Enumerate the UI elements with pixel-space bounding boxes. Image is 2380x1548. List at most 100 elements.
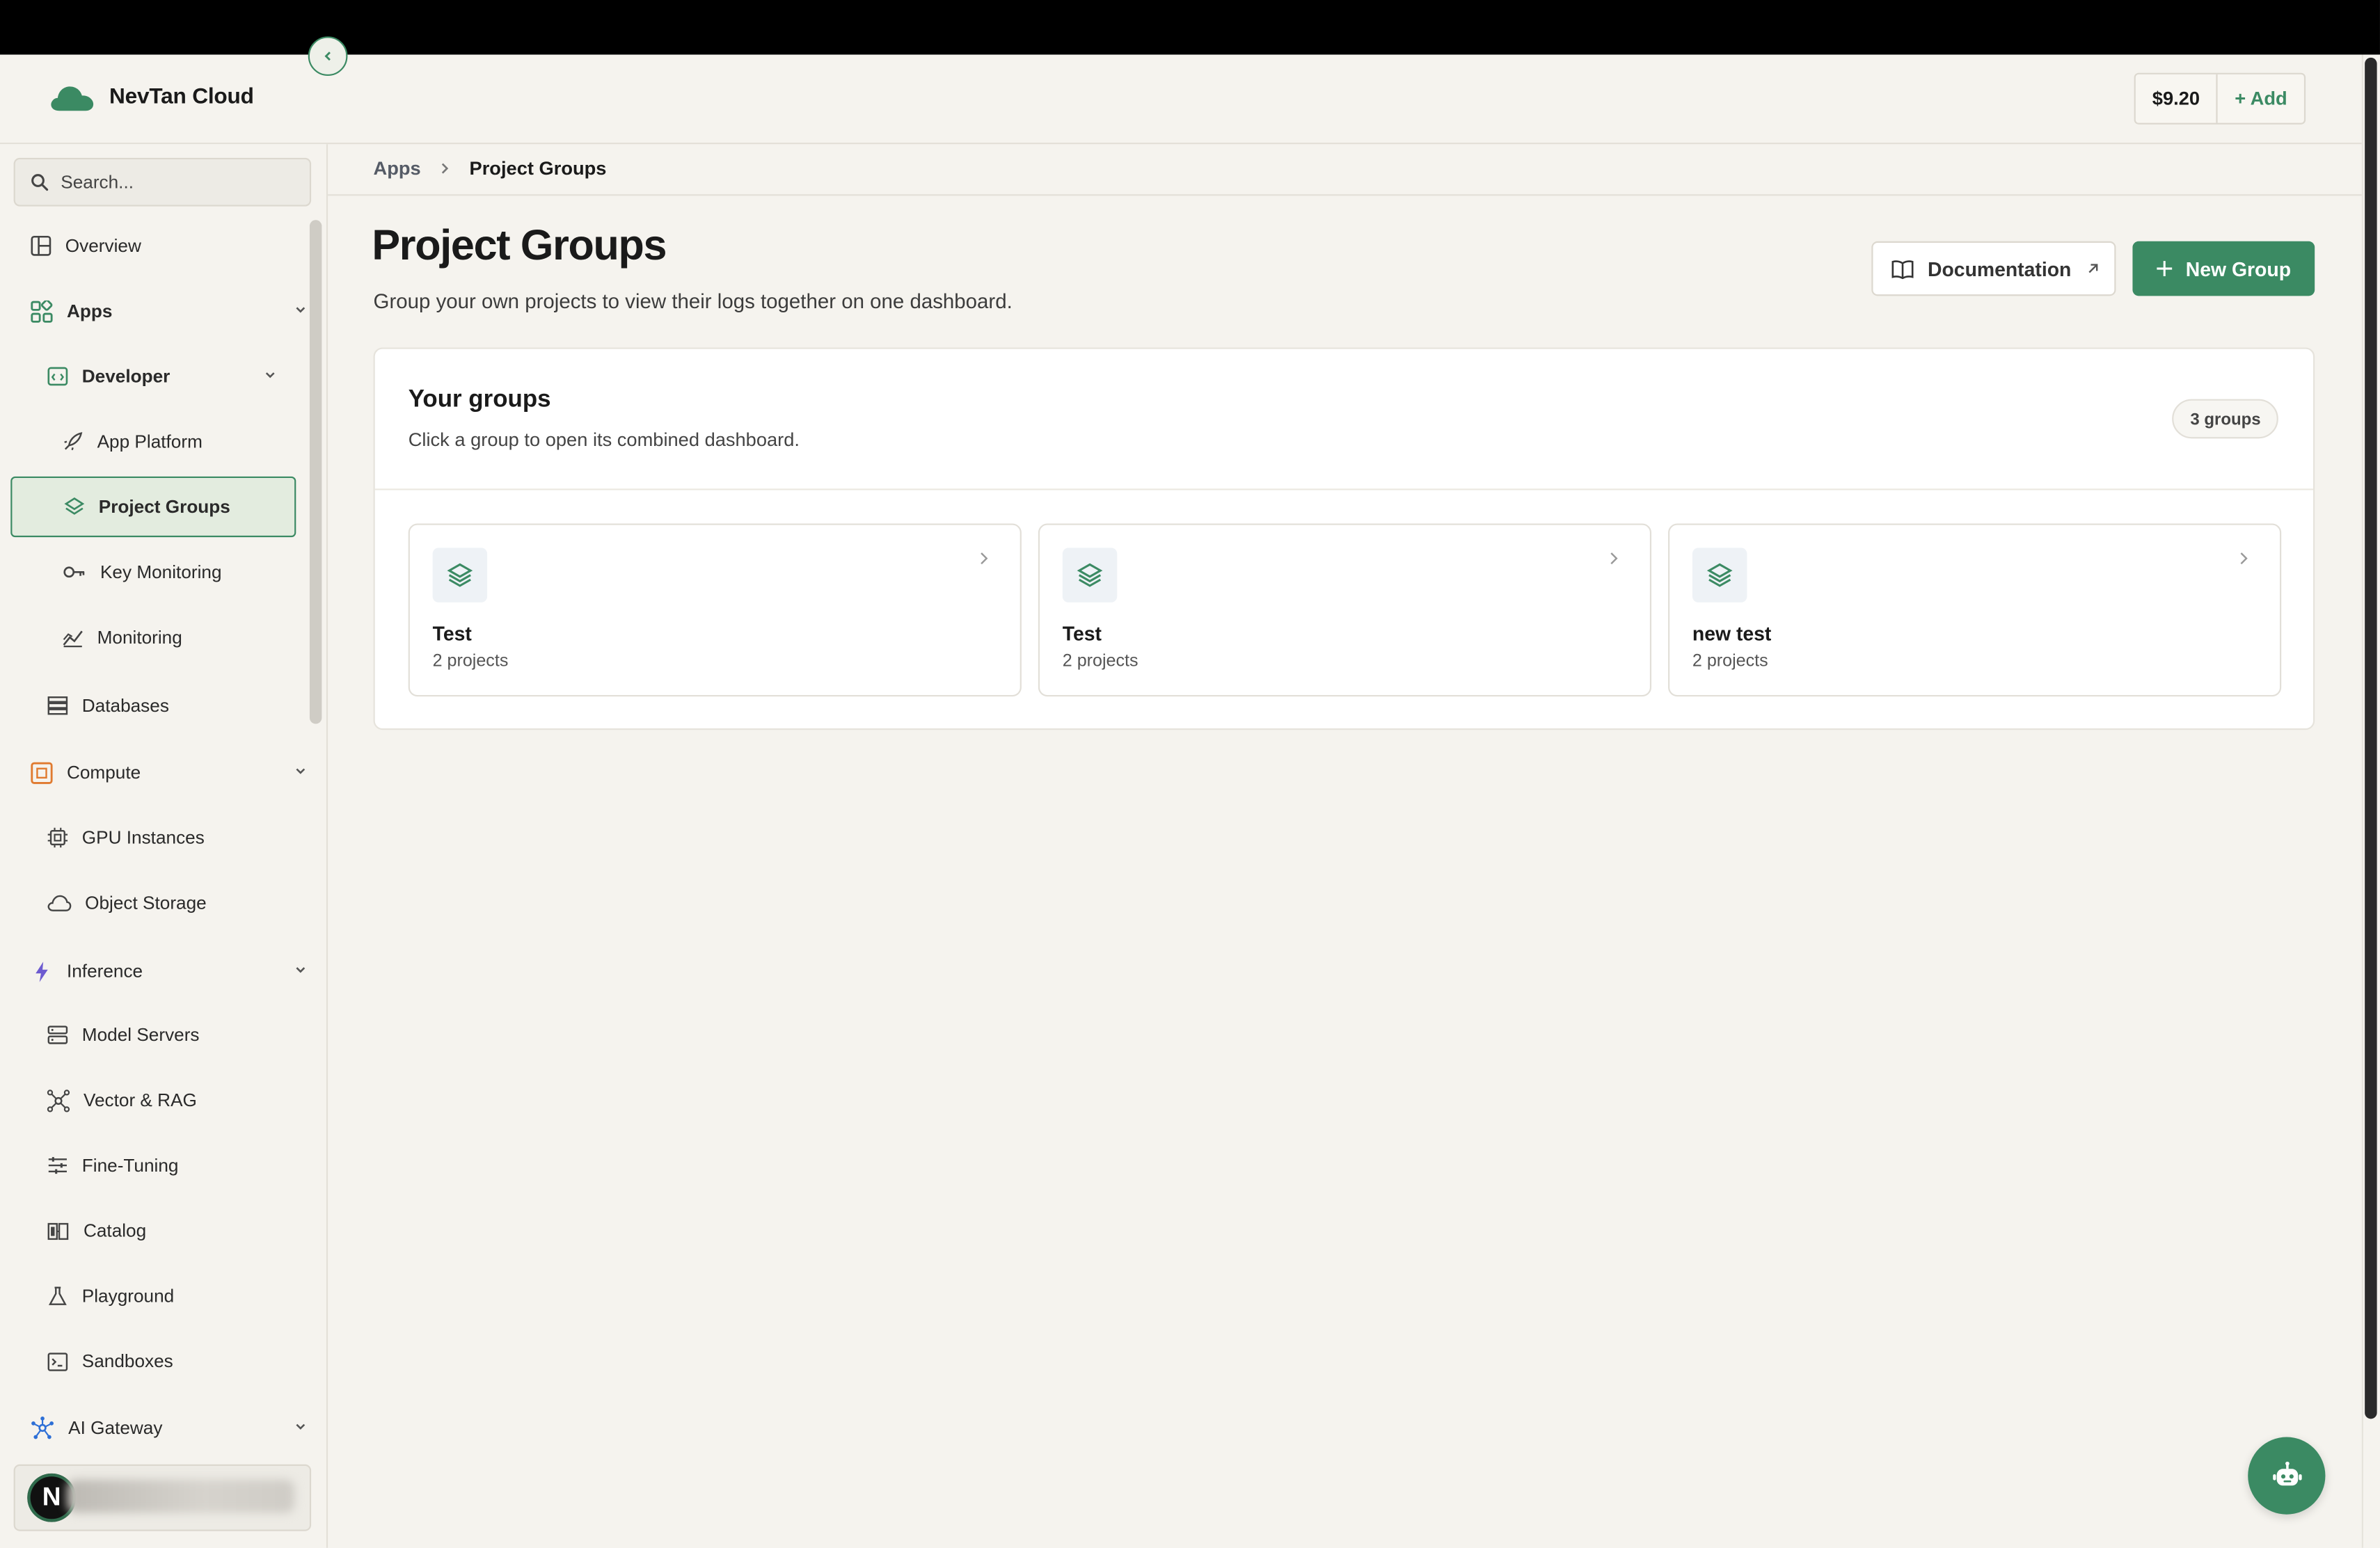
sidebar-item-label: Apps bbox=[66, 300, 113, 322]
rocket-icon bbox=[62, 431, 84, 452]
sidebar-item-key-monitoring[interactable]: Key Monitoring bbox=[62, 542, 297, 603]
group-card[interactable]: new test 2 projects bbox=[1668, 523, 2282, 697]
sidebar-item-developer[interactable]: Developer bbox=[47, 346, 304, 406]
chevron-right-icon bbox=[978, 550, 990, 568]
brand[interactable]: NevTan Cloud bbox=[49, 82, 254, 113]
sidebar-item-catalog[interactable]: Catalog bbox=[47, 1200, 298, 1261]
panel-title: Your groups bbox=[408, 387, 551, 413]
cpu-icon bbox=[31, 761, 54, 784]
sidebar-item-label: Vector & RAG bbox=[83, 1090, 197, 1111]
sidebar-item-playground[interactable]: Playground bbox=[47, 1266, 298, 1326]
layers-icon bbox=[1062, 548, 1118, 603]
new-group-label: New Group bbox=[2185, 257, 2292, 280]
cloud-icon bbox=[47, 894, 72, 912]
book-open-icon bbox=[1891, 259, 1914, 279]
window-scrollbar-thumb[interactable] bbox=[2365, 57, 2377, 1419]
group-count-badge: 3 groups bbox=[2172, 399, 2279, 439]
sidebar-item-vector-rag[interactable]: Vector & RAG bbox=[47, 1070, 298, 1131]
sidebar-item-compute[interactable]: Compute bbox=[31, 742, 306, 803]
search-input[interactable] bbox=[61, 171, 289, 193]
chart-line-icon bbox=[62, 627, 84, 648]
panel-subtitle: Click a group to open its combined dashb… bbox=[408, 429, 800, 451]
sidebar-item-model-servers[interactable]: Model Servers bbox=[47, 1005, 298, 1065]
sidebar-scrollbar[interactable] bbox=[309, 220, 322, 724]
sidebar-item-object-storage[interactable]: Object Storage bbox=[47, 872, 298, 933]
credit-amount: $9.20 bbox=[2136, 74, 2219, 123]
bolt-icon bbox=[31, 960, 54, 983]
sidebar-item-fine-tuning[interactable]: Fine-Tuning bbox=[47, 1135, 298, 1195]
page-subtitle: Group your own projects to view their lo… bbox=[373, 289, 1013, 313]
divider bbox=[374, 488, 2313, 490]
sidebar-item-label: GPU Instances bbox=[81, 827, 205, 849]
gateway-icon bbox=[31, 1416, 55, 1440]
documentation-button[interactable]: Documentation bbox=[1871, 241, 2116, 296]
sidebar-item-label: Playground bbox=[81, 1285, 175, 1307]
assistant-bot-button[interactable] bbox=[2248, 1437, 2326, 1515]
sidebar-item-label: Monitoring bbox=[97, 626, 182, 648]
breadcrumb-current: Project Groups bbox=[469, 157, 607, 179]
new-group-button[interactable]: New Group bbox=[2132, 241, 2315, 296]
sidebar-item-overview[interactable]: Overview bbox=[31, 216, 304, 276]
flask-icon bbox=[47, 1285, 69, 1307]
sidebar-item-label: Catalog bbox=[83, 1220, 147, 1242]
robot-icon bbox=[2270, 1460, 2303, 1491]
sidebar-item-label: Project Groups bbox=[98, 496, 230, 518]
sidebar-item-apps[interactable]: Apps bbox=[31, 281, 306, 342]
book-icon bbox=[47, 1221, 70, 1240]
layout-icon bbox=[31, 235, 52, 257]
groups-panel: Your groups Click a group to open its co… bbox=[373, 347, 2315, 731]
sidebar-item-label: Object Storage bbox=[85, 892, 207, 914]
breadcrumb: Apps Project Groups bbox=[374, 158, 607, 179]
sidebar-item-label: App Platform bbox=[97, 431, 203, 452]
group-name: new test bbox=[1692, 622, 1772, 645]
sidebar-item-ai-gateway[interactable]: AI Gateway bbox=[31, 1398, 306, 1458]
layers-icon bbox=[432, 548, 488, 603]
chevron-down-icon bbox=[293, 962, 308, 978]
chevron-down-icon bbox=[293, 302, 308, 317]
sliders-icon bbox=[47, 1155, 69, 1176]
sidebar-item-gpu-instances[interactable]: GPU Instances bbox=[47, 807, 298, 868]
chevron-down-icon bbox=[293, 1419, 308, 1434]
group-project-count: 2 projects bbox=[1692, 652, 1768, 671]
external-link-icon bbox=[2085, 261, 2100, 276]
group-project-count: 2 projects bbox=[432, 652, 509, 671]
redacted-user-name bbox=[66, 1479, 295, 1513]
collapse-sidebar-button[interactable] bbox=[308, 36, 348, 77]
documentation-label: Documentation bbox=[1927, 257, 2072, 280]
search-box[interactable] bbox=[13, 157, 312, 207]
layers-icon bbox=[1692, 548, 1747, 603]
search-icon bbox=[31, 173, 49, 191]
chevron-right-icon bbox=[439, 161, 451, 176]
server-icon bbox=[47, 1024, 69, 1046]
group-name: Test bbox=[1062, 622, 1102, 645]
brand-name: NevTan Cloud bbox=[109, 85, 254, 110]
sidebar-item-label: AI Gateway bbox=[68, 1417, 163, 1439]
code-window-icon bbox=[47, 366, 69, 388]
sidebar-item-label: Key Monitoring bbox=[100, 561, 222, 583]
app-header: NevTan Cloud $9.20 + Add bbox=[0, 54, 2362, 145]
breadcrumb-apps-link[interactable]: Apps bbox=[374, 158, 421, 179]
terminal-icon bbox=[47, 1351, 69, 1371]
group-card[interactable]: Test 2 projects bbox=[408, 523, 1022, 697]
plus-icon bbox=[2155, 260, 2173, 278]
user-menu[interactable]: N bbox=[13, 1464, 312, 1531]
sidebar-item-label: Compute bbox=[66, 761, 141, 783]
database-icon bbox=[47, 695, 69, 717]
sidebar-item-monitoring[interactable]: Monitoring bbox=[62, 607, 297, 667]
sidebar-item-label: Overview bbox=[65, 235, 141, 257]
chevron-down-icon bbox=[262, 367, 278, 383]
network-icon bbox=[47, 1089, 70, 1112]
chevron-right-icon bbox=[1608, 550, 1619, 568]
sidebar-item-databases[interactable]: Databases bbox=[47, 676, 298, 736]
chevron-down-icon bbox=[293, 763, 308, 779]
cloud-logo-icon bbox=[49, 82, 94, 113]
sidebar-item-label: Model Servers bbox=[81, 1024, 200, 1046]
sidebar-item-inference[interactable]: Inference bbox=[31, 941, 306, 1001]
add-credit-button[interactable]: + Add bbox=[2218, 74, 2303, 123]
sidebar-item-sandboxes[interactable]: Sandboxes bbox=[47, 1331, 298, 1391]
group-card[interactable]: Test 2 projects bbox=[1038, 523, 1652, 697]
sidebar-item-project-groups[interactable]: Project Groups bbox=[10, 476, 296, 538]
sidebar-item-label: Sandboxes bbox=[81, 1350, 173, 1372]
sidebar-item-app-platform[interactable]: App Platform bbox=[62, 411, 297, 472]
group-project-count: 2 projects bbox=[1062, 652, 1139, 671]
